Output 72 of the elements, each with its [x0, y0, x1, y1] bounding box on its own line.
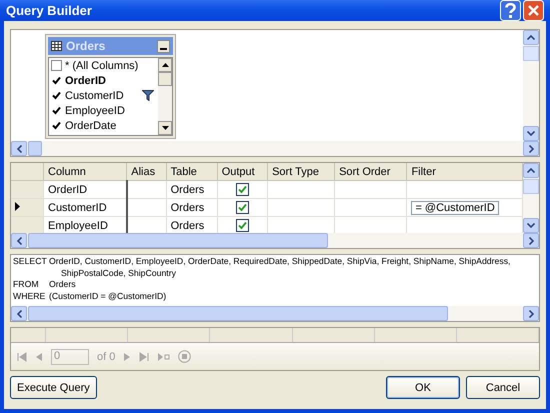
table-title: Orders — [66, 39, 106, 53]
horizontal-scrollbar[interactable] — [11, 141, 539, 156]
table-cell[interactable] — [334, 180, 407, 198]
column-header[interactable]: Sort Type — [268, 163, 335, 180]
table-cell[interactable] — [217, 180, 268, 198]
table-cell[interactable] — [334, 198, 407, 216]
scroll-right-icon[interactable] — [528, 310, 534, 318]
dialog-button[interactable]: OK — [386, 376, 460, 399]
table-cell[interactable]: OrderID — [44, 180, 127, 198]
grid-corner — [11, 163, 44, 180]
scroll-thumb[interactable] — [28, 306, 448, 321]
column-name: * (All Columns) — [65, 60, 140, 72]
sql-keyword: WHERE — [13, 290, 46, 302]
dialog-button[interactable]: Execute Query — [10, 376, 97, 399]
scroll-thumb[interactable] — [523, 179, 539, 194]
vertical-scrollbar[interactable] — [523, 163, 539, 233]
sql-keyword: SELECT — [13, 256, 48, 268]
table-cell[interactable] — [268, 198, 335, 216]
column-header[interactable]: Table — [166, 163, 218, 180]
vertical-scrollbar[interactable] — [523, 30, 539, 141]
table-cell[interactable] — [268, 180, 335, 198]
current-row-icon — [15, 202, 20, 210]
column-header[interactable]: Column — [44, 163, 127, 180]
column-header[interactable]: Filter — [406, 163, 522, 180]
table-cell[interactable]: Orders — [166, 198, 218, 216]
scroll-right-icon[interactable] — [528, 144, 534, 152]
scroll-down-icon[interactable] — [162, 126, 168, 130]
table-cell[interactable]: CustomerID — [44, 198, 127, 216]
scroll-thumb[interactable] — [28, 233, 328, 248]
window-title: Query Builder — [6, 3, 93, 18]
scroll-left-icon[interactable] — [16, 144, 22, 152]
close-icon[interactable] — [523, 0, 544, 21]
filter-field[interactable]: = @CustomerID — [411, 200, 499, 214]
horizontal-scrollbar[interactable] — [11, 306, 539, 321]
scroll-thumb[interactable] — [523, 46, 539, 61]
table-icon — [51, 41, 62, 51]
minimize-icon[interactable] — [157, 40, 170, 52]
table-cell[interactable] — [126, 198, 166, 216]
sql-keyword: FROM — [13, 279, 40, 290]
column-header[interactable]: Sort Order — [334, 163, 407, 180]
table-card[interactable]: Orders * (All Columns) OrderID CustomerID EmployeeID OrderDate — [45, 34, 176, 139]
column-header[interactable]: Output — [217, 163, 268, 180]
scroll-up-icon[interactable] — [162, 63, 168, 67]
table-cell[interactable]: = @CustomerID — [406, 198, 522, 216]
vertical-scrollbar[interactable] — [158, 58, 172, 135]
record-count: of 0 — [97, 350, 116, 362]
checkbox[interactable] — [236, 201, 249, 214]
scroll-left-icon[interactable] — [16, 236, 22, 244]
scroll-thumb[interactable] — [28, 141, 42, 156]
row-selector[interactable] — [11, 198, 44, 216]
scroll-left-icon[interactable] — [16, 310, 22, 318]
scroll-right-icon[interactable] — [528, 236, 534, 244]
column-name: EmployeeID — [65, 104, 126, 116]
sql-text: OrderID, CustomerID, EmployeeID, OrderDate, RequiredDate, ShippedDate, ShipVia, Freight, ShipName, ShipAddress, — [49, 256, 510, 268]
column-name: CustomerID — [65, 90, 125, 102]
horizontal-scrollbar[interactable] — [11, 233, 539, 248]
table-cell[interactable] — [406, 180, 522, 198]
column-name: OrderID — [65, 74, 107, 86]
help-icon[interactable] — [500, 0, 521, 21]
table-cell[interactable] — [126, 180, 166, 198]
dialog-button[interactable]: Cancel — [466, 376, 540, 399]
scroll-thumb[interactable] — [158, 72, 172, 86]
checkbox[interactable] — [236, 219, 249, 232]
table-cell[interactable] — [217, 198, 268, 216]
checkbox[interactable] — [236, 183, 249, 196]
sql-text: (CustomerID = @CustomerID) — [49, 290, 166, 302]
sql-text: Orders — [49, 279, 76, 290]
column-name: OrderDate — [65, 120, 118, 132]
table-cell[interactable]: Orders — [166, 180, 218, 198]
column-header[interactable]: Alias — [126, 163, 166, 180]
checkbox[interactable] — [51, 60, 62, 71]
sql-text: ShipPostalCode, ShipCountry — [60, 268, 177, 279]
